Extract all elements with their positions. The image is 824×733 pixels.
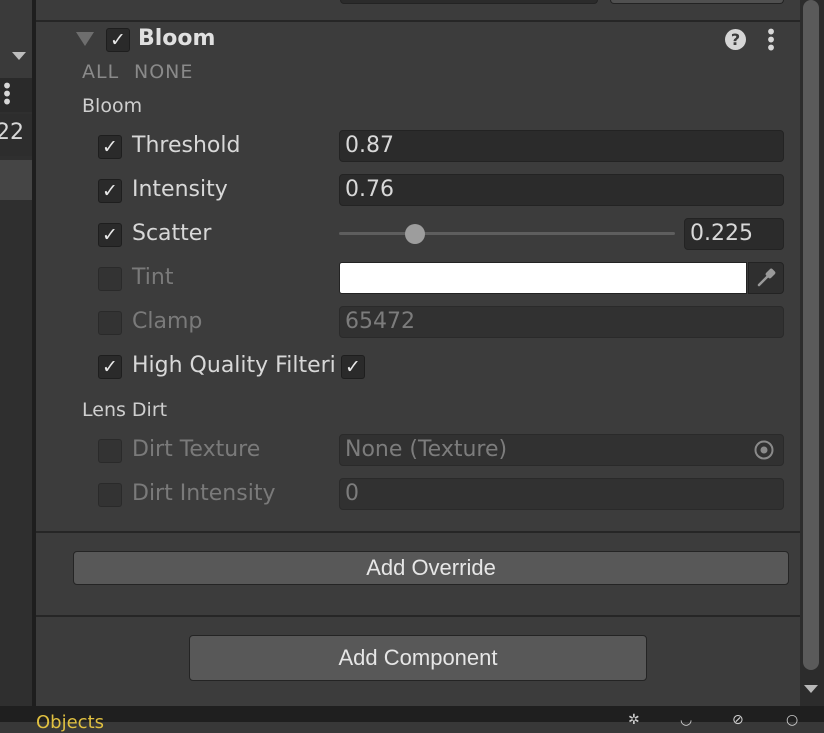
dirt-texture-override-checkbox[interactable] — [98, 439, 122, 463]
number-fragment: 22 — [0, 120, 24, 145]
eyedropper-icon[interactable] — [748, 262, 784, 294]
scatter-field[interactable]: 0.225 — [684, 218, 784, 250]
bloom-enable-checkbox[interactable]: ✓ — [106, 28, 130, 52]
dirt-texture-label: Dirt Texture — [132, 437, 261, 462]
object-picker-icon[interactable] — [746, 435, 783, 465]
threshold-override-checkbox[interactable]: ✓ — [98, 135, 122, 159]
none-toggle-link[interactable]: NONE — [134, 61, 193, 83]
circle-icon[interactable]: ○ — [786, 712, 798, 728]
dirt-intensity-override-checkbox[interactable] — [98, 483, 122, 507]
clamp-label: Clamp — [132, 309, 203, 334]
clamp-override-checkbox[interactable] — [98, 311, 122, 335]
scatter-override-checkbox[interactable]: ✓ — [98, 223, 122, 247]
dirt-intensity-label: Dirt Intensity — [132, 481, 276, 506]
status-text-fragment: Objects — [36, 712, 105, 733]
scatter-slider-thumb[interactable] — [404, 224, 425, 244]
triangle-down-icon[interactable] — [76, 32, 94, 46]
bloom-section-label: Bloom — [82, 95, 143, 117]
add-override-button[interactable]: Add Override — [73, 551, 789, 585]
all-toggle-link[interactable]: ALL — [82, 61, 119, 83]
left-panel-number-row: 22 — [0, 114, 32, 156]
dirt-texture-field[interactable]: None (Texture) — [339, 434, 784, 466]
dropdown-arrow-icon[interactable] — [12, 52, 26, 60]
lens-dirt-section-label: Lens Dirt — [82, 399, 168, 421]
dirt-intensity-field[interactable]: 0 — [339, 478, 784, 510]
intensity-field[interactable]: 0.76 — [339, 174, 784, 206]
visibility-icon[interactable]: ⊘ — [732, 712, 744, 728]
left-panel-menu-row: • • • — [0, 76, 32, 112]
intensity-override-checkbox[interactable]: ✓ — [98, 179, 122, 203]
intensity-label: Intensity — [132, 177, 228, 202]
scatter-slider-track[interactable] — [339, 232, 675, 235]
left-panel-header — [0, 0, 32, 78]
tint-color-swatch[interactable] — [339, 262, 747, 294]
kebab-menu-icon[interactable]: • • • — [764, 22, 778, 58]
status-bar: Objects ✲ ◡ ⊘ ○ — [0, 706, 824, 733]
kebab-menu-icon[interactable]: • • • — [0, 76, 14, 112]
section-divider — [36, 615, 800, 617]
previous-field — [340, 0, 598, 4]
threshold-label: Threshold — [132, 133, 241, 158]
help-icon[interactable]: ? — [725, 29, 746, 50]
high-quality-checkbox[interactable]: ✓ — [341, 355, 365, 379]
threshold-field[interactable]: 0.87 — [339, 130, 784, 162]
section-divider — [36, 531, 800, 533]
scatter-label: Scatter — [132, 221, 212, 246]
left-panel-selected-row[interactable] — [0, 160, 32, 200]
add-component-button[interactable]: Add Component — [189, 635, 647, 681]
high-quality-override-checkbox[interactable]: ✓ — [98, 355, 122, 379]
bug-icon[interactable]: ✲ — [628, 712, 640, 728]
tint-override-checkbox[interactable] — [98, 267, 122, 291]
scrollbar-thumb[interactable] — [803, 0, 819, 670]
scroll-down-arrow-icon[interactable] — [804, 685, 818, 693]
tint-label: Tint — [132, 265, 174, 290]
high-quality-label: High Quality Filteri — [132, 353, 336, 378]
bloom-header: ✓ Bloom ? • • • — [36, 22, 800, 58]
previous-field — [610, 0, 784, 4]
clamp-field[interactable]: 65472 — [339, 306, 784, 338]
eye-icon[interactable]: ◡ — [680, 712, 692, 728]
bloom-title: Bloom — [138, 26, 216, 51]
left-panel: • • • 22 — [0, 0, 32, 706]
